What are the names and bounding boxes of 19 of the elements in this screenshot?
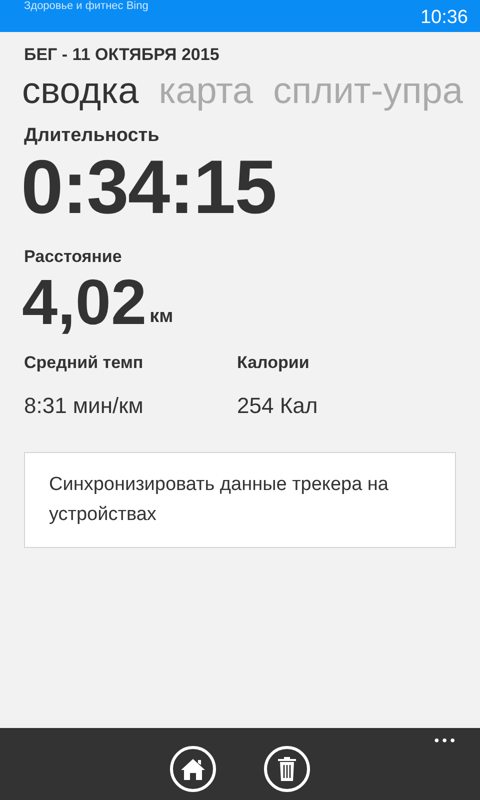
home-button[interactable] bbox=[170, 746, 216, 792]
sync-button[interactable]: Синхронизировать данные трекера на устройствах bbox=[24, 452, 456, 548]
duration-value: 0:34:15 bbox=[21, 148, 277, 228]
delete-button[interactable] bbox=[264, 746, 310, 792]
home-icon bbox=[181, 758, 205, 780]
stat-value: 254 Кал bbox=[237, 392, 319, 420]
trash-icon bbox=[278, 757, 296, 781]
more-button[interactable]: ••• bbox=[434, 730, 458, 751]
pivot-tab[interactable]: сводка bbox=[22, 68, 139, 114]
duration-label: Длительность bbox=[24, 124, 160, 148]
status-time: 10:36 bbox=[420, 6, 468, 30]
stat-label: Средний темп bbox=[24, 352, 144, 374]
distance-unit: км bbox=[150, 305, 174, 329]
distance-value: 4,02 bbox=[22, 270, 147, 334]
stat-value: 8:31 мин/км bbox=[24, 392, 144, 420]
distance-label: Расстояние bbox=[24, 246, 123, 268]
activity-title: БЕГ - 11 ОКТЯБРЯ 2015 bbox=[24, 44, 220, 66]
app-title: Здоровье и фитнес Bing bbox=[24, 0, 148, 12]
stat-label: Калории bbox=[237, 352, 310, 374]
